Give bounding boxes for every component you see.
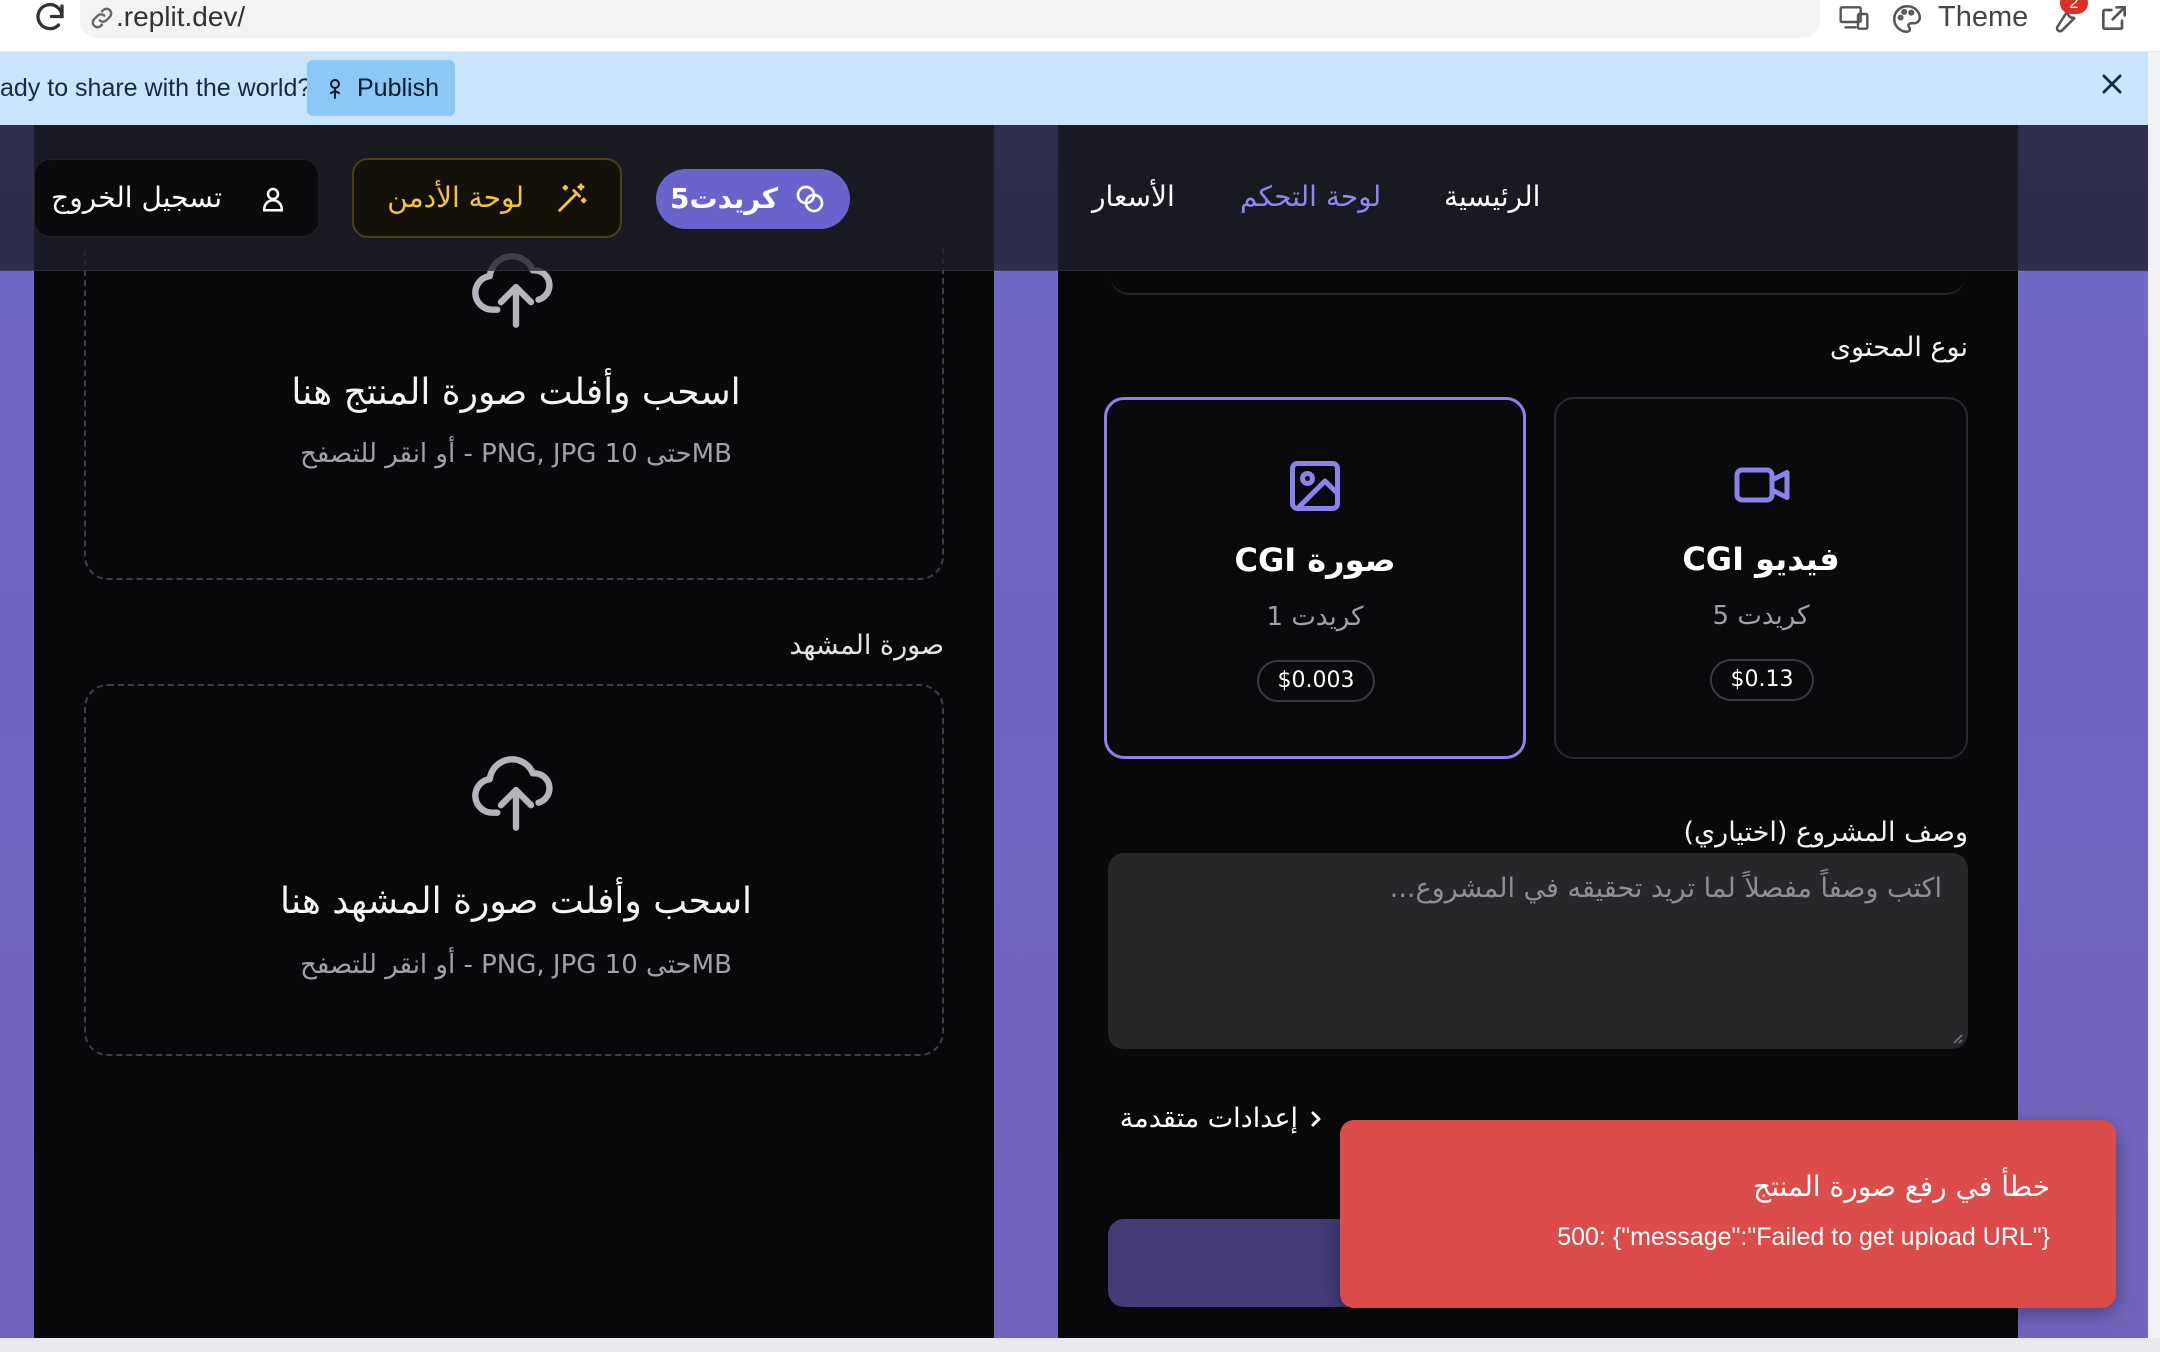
banner-text: ady to share with the world?: [0, 74, 312, 102]
credits-label: 5كريدت: [669, 182, 778, 215]
dropzone-subtitle: أو انقر للتصفح - PNG, JPG حتى 10MB: [300, 439, 732, 469]
pin-icon: [323, 74, 347, 102]
description-placeholder: اكتب وصفاً مفصلاً لما تريد تحقيقه في الم…: [1389, 873, 1942, 904]
price-badge: $0.003: [1257, 660, 1375, 702]
logout-button[interactable]: تسجيل الخروج: [34, 159, 319, 237]
card-credit: 1 كريدت: [1266, 602, 1364, 632]
card-title: CGI صورة: [1234, 541, 1396, 579]
scene-image-dropzone[interactable]: اسحب وأفلت صورة المشهد هنا أو انقر للتصف…: [84, 684, 944, 1056]
toast-message: 500: {"message":"Failed to get upload UR…: [1557, 1223, 2050, 1251]
open-new-tab-icon[interactable]: [2098, 2, 2130, 34]
magic-wand-icon: [554, 182, 588, 216]
nav-link-dashboard[interactable]: لوحة التحكم: [1240, 179, 1381, 215]
video-icon: [1732, 455, 1792, 515]
publish-label: Publish: [357, 74, 439, 102]
window-edge: [2148, 52, 2160, 1352]
publish-button[interactable]: Publish: [307, 60, 455, 116]
scene-image-label: صورة المشهد: [789, 630, 944, 661]
publish-banner: ady to share with the world? Publish: [0, 52, 2148, 125]
window-edge: [0, 1338, 2160, 1352]
cgi-video-card[interactable]: CGI فيديو 5 كريدت $0.13: [1554, 397, 1968, 759]
devices-icon[interactable]: [1836, 2, 1872, 34]
description-label: وصف المشروع (اختياري): [1683, 817, 1968, 848]
nav-link-home[interactable]: الرئيسية: [1444, 179, 1540, 215]
url-text: .replit.dev/: [116, 1, 246, 32]
description-textarea[interactable]: اكتب وصفاً مفصلاً لما تريد تحقيقه في الم…: [1108, 853, 1968, 1049]
top-nav: تسجيل الخروج لوحة الأدمن 5كريدت الأسعار …: [0, 125, 2148, 271]
user-icon: [258, 184, 288, 214]
address-bar[interactable]: .replit.dev/: [80, 0, 1820, 38]
notification-badge: 2: [2060, 0, 2088, 14]
nav-link-pricing[interactable]: الأسعار: [1092, 179, 1175, 215]
resize-handle-icon[interactable]: [1948, 1029, 1964, 1045]
coins-icon: [794, 183, 826, 215]
credits-badge[interactable]: 5كريدت: [656, 169, 850, 229]
cgi-image-card[interactable]: CGI صورة 1 كريدت $0.003: [1104, 397, 1526, 759]
browser-toolbar: .replit.dev/ Theme 2: [0, 0, 2160, 52]
chevron-right-icon: [1304, 1104, 1328, 1134]
palette-icon[interactable]: [1890, 2, 1924, 36]
close-icon[interactable]: [2098, 70, 2126, 98]
product-image-dropzone[interactable]: اسحب وأفلت صورة المنتج هنا أو انقر للتصف…: [84, 245, 944, 580]
dropzone-title: اسحب وأفلت صورة المشهد هنا: [279, 881, 752, 922]
theme-label[interactable]: Theme: [1938, 0, 2028, 34]
advanced-settings-label: إعدادات متقدمة: [1119, 1103, 1298, 1134]
dropzone-title: اسحب وأفلت صورة المنتج هنا: [291, 372, 741, 413]
input-field-edge: [1110, 275, 1966, 295]
card-credit: 5 كريدت: [1712, 601, 1810, 631]
content-type-label: نوع المحتوى: [1829, 332, 1968, 363]
card-title: CGI فيديو: [1682, 540, 1840, 578]
toast-title: خطأ في رفع صورة المنتج: [1753, 1170, 2050, 1203]
admin-panel-button[interactable]: لوحة الأدمن: [352, 158, 622, 238]
image-icon: [1285, 456, 1345, 516]
cloud-upload-icon: [471, 752, 561, 832]
price-badge: $0.13: [1710, 659, 1814, 701]
link-icon: [88, 4, 116, 32]
error-toast[interactable]: خطأ في رفع صورة المنتج 500: {"message":"…: [1340, 1120, 2116, 1308]
advanced-settings-toggle[interactable]: إعدادات متقدمة: [1108, 1100, 1328, 1140]
dropzone-subtitle: أو انقر للتصفح - PNG, JPG حتى 10MB: [300, 950, 732, 980]
reload-icon[interactable]: [32, 0, 68, 36]
admin-panel-label: لوحة الأدمن: [387, 181, 524, 214]
logout-label: تسجيل الخروج: [51, 181, 222, 214]
